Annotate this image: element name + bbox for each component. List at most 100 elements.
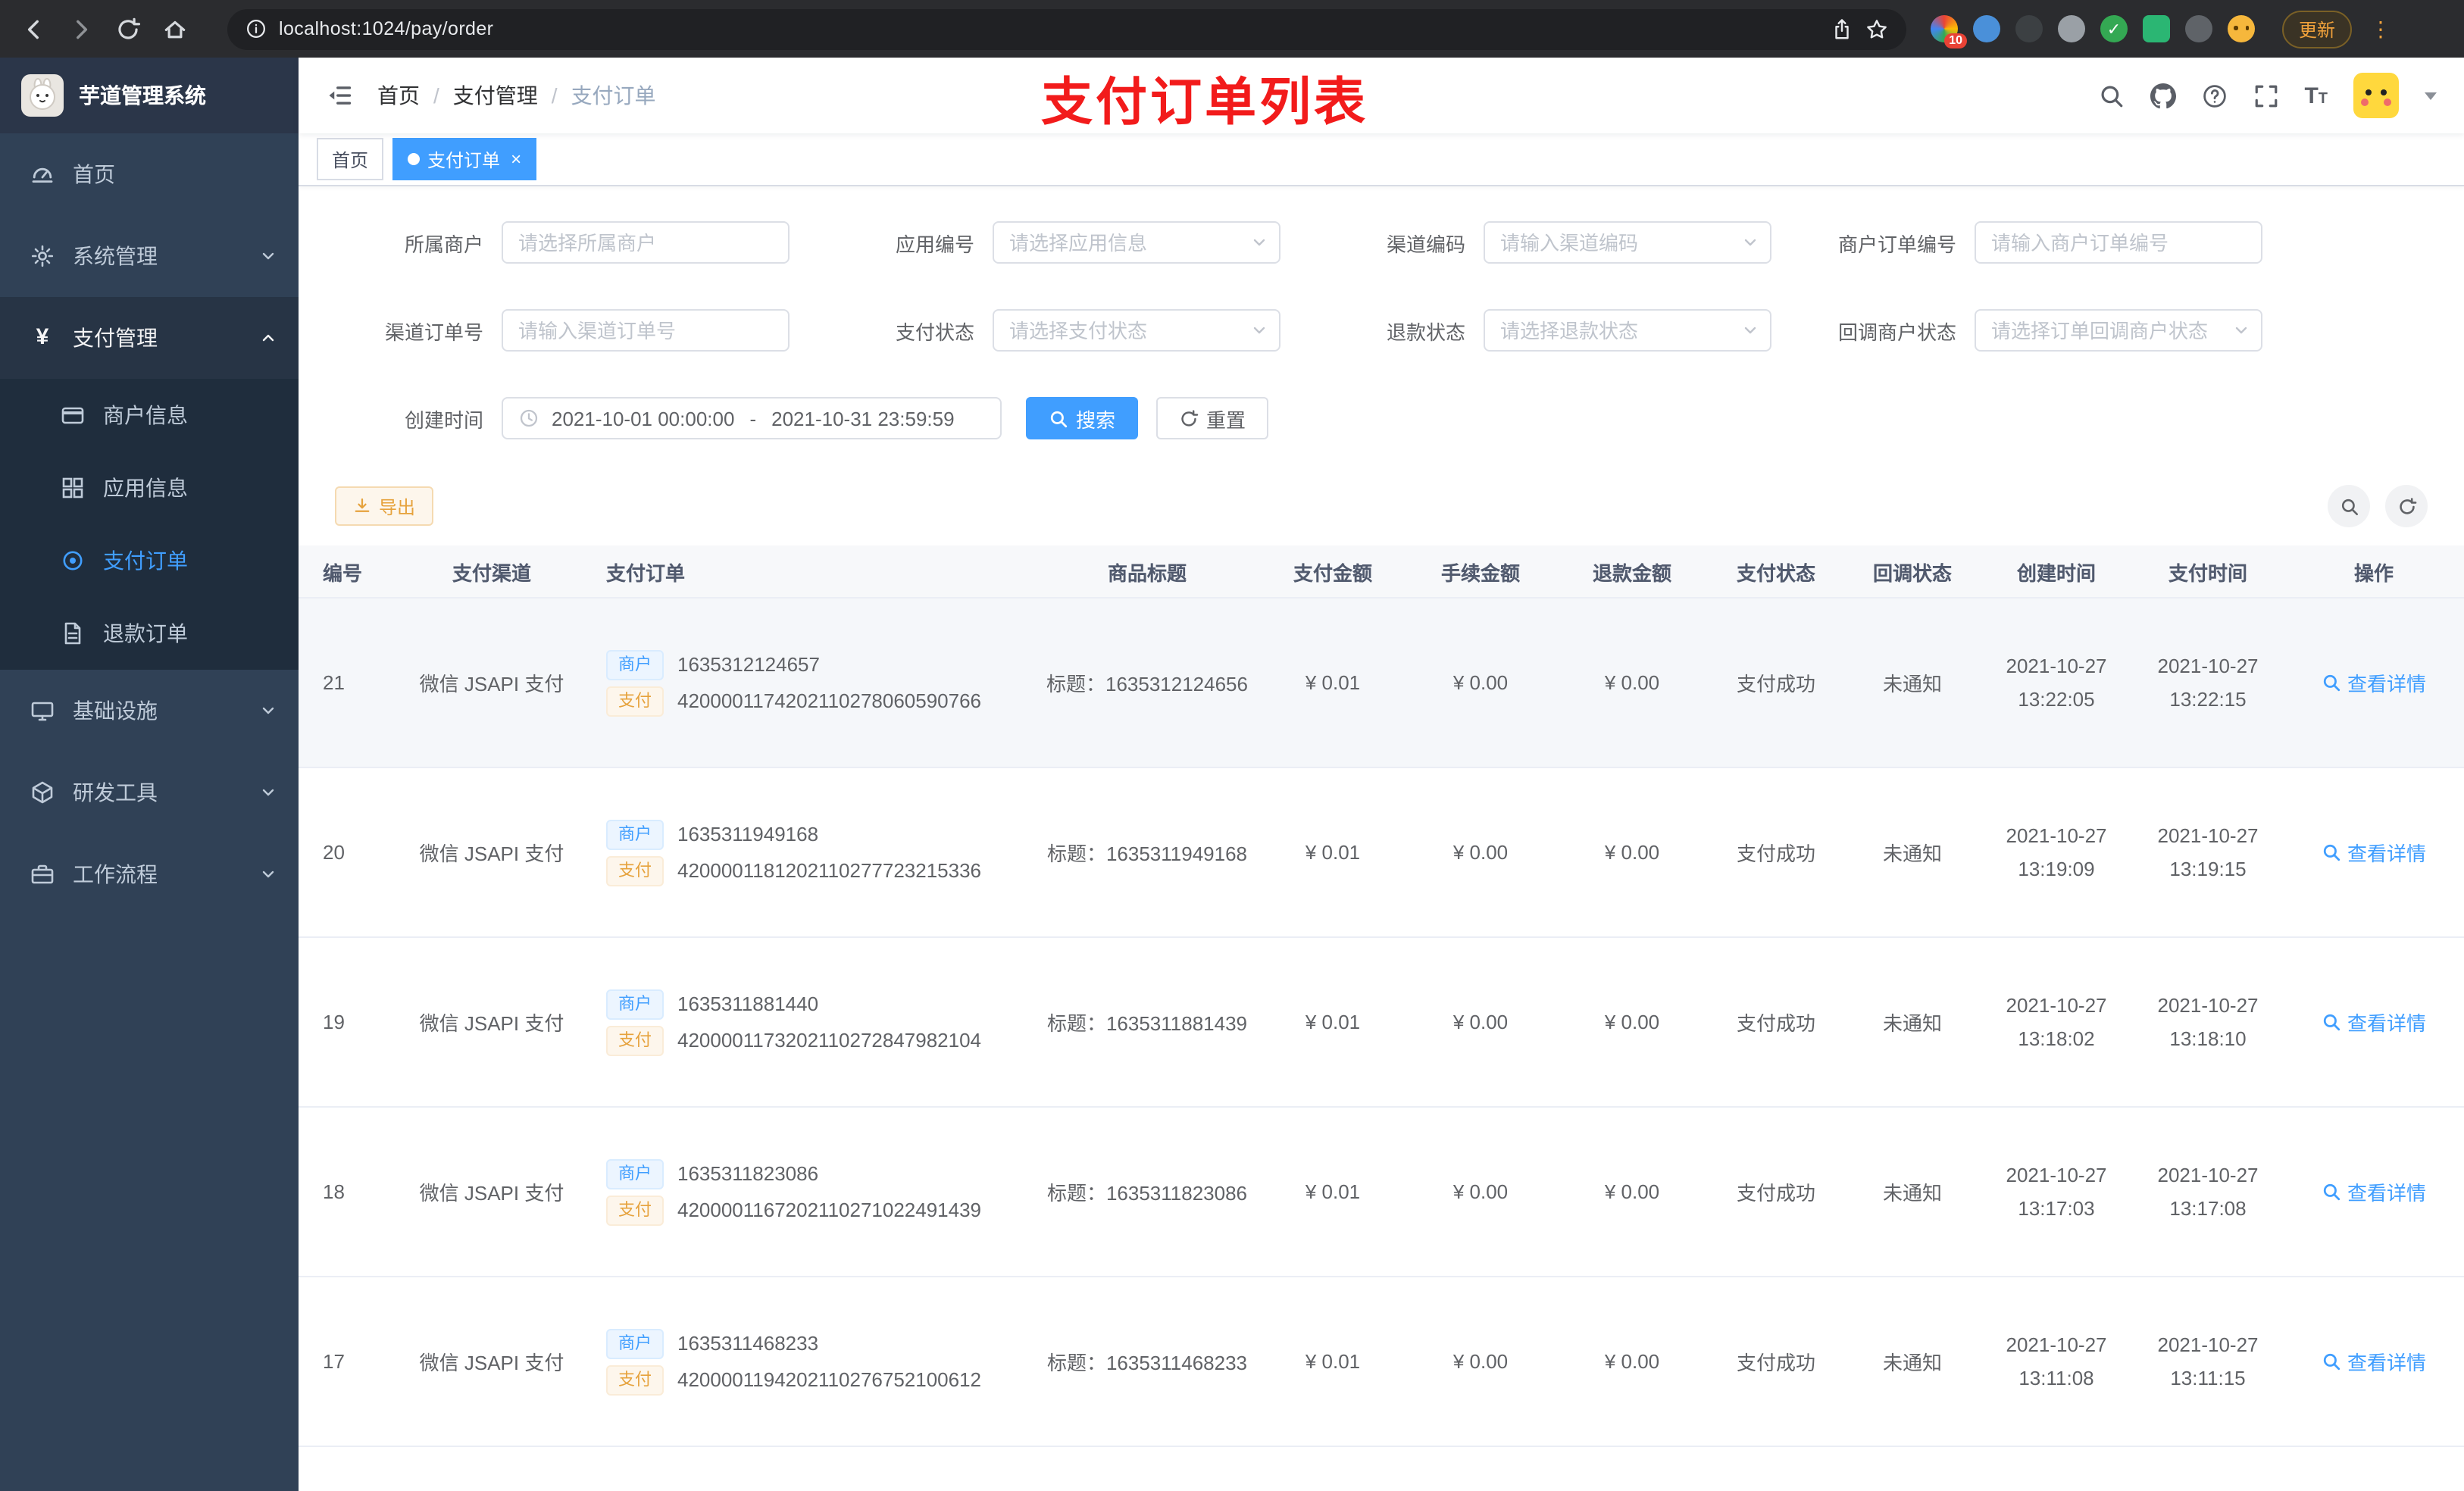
- profile-avatar-icon[interactable]: [2228, 15, 2255, 42]
- search-icon[interactable]: [2098, 83, 2124, 108]
- fee-amount: ¥ 0.00: [1405, 598, 1556, 768]
- cube-icon: [30, 780, 55, 805]
- close-icon[interactable]: ×: [508, 150, 521, 168]
- sidebar-item-home[interactable]: 首页: [0, 133, 299, 215]
- back-icon[interactable]: [21, 16, 47, 42]
- view-detail-link[interactable]: 查看详情: [2322, 1008, 2426, 1036]
- sidebar-item-workflow[interactable]: 工作流程: [0, 833, 299, 915]
- order-id: [299, 1446, 389, 1491]
- view-detail-link[interactable]: 查看详情: [2322, 668, 2426, 697]
- chrome-update-button[interactable]: 更新: [2282, 10, 2353, 48]
- extension-icon[interactable]: 10: [1931, 15, 1967, 48]
- view-detail-link[interactable]: 查看详情: [2322, 1177, 2426, 1206]
- channel-order-no-input[interactable]: [502, 309, 790, 352]
- notify-status: 未通知: [1844, 1277, 1981, 1447]
- refresh-table-button[interactable]: [2385, 485, 2428, 527]
- table-row[interactable]: 商户1635311517786 支付: [299, 1446, 2464, 1491]
- extension-icon[interactable]: [2015, 15, 2043, 42]
- merchant-tag: 商户: [606, 1158, 664, 1189]
- app-title: 芋道管理系统: [79, 83, 206, 108]
- sidebar-item-app-info[interactable]: 应用信息: [0, 452, 299, 524]
- date-end[interactable]: 2021-10-31 23:59:59: [771, 407, 954, 430]
- view-detail-link[interactable]: 查看详情: [2322, 838, 2426, 867]
- merchant-order-no-input[interactable]: [1975, 221, 2262, 264]
- browser-menu-icon[interactable]: ⋮: [2370, 16, 2391, 42]
- pay-status: 支付成功: [1708, 767, 1844, 938]
- product-title: 标题：1635311823086: [1033, 1107, 1261, 1277]
- home-icon[interactable]: [162, 16, 188, 42]
- breadcrumb-payment[interactable]: 支付管理: [453, 80, 538, 111]
- grid-icon: [61, 476, 85, 500]
- table-row[interactable]: 18 微信 JSAPI 支付 商户 1635311823086 支付 4200001…: [299, 1107, 2464, 1277]
- sidebar-toggle-icon[interactable]: [326, 82, 353, 109]
- forward-icon[interactable]: [68, 16, 94, 42]
- sidebar-item-label: 应用信息: [103, 476, 188, 500]
- view-detail-link[interactable]: 查看详情: [2322, 1347, 2426, 1376]
- user-avatar[interactable]: [2353, 73, 2399, 118]
- search-button[interactable]: 搜索: [1026, 397, 1139, 439]
- pay-status-select[interactable]: [993, 309, 1280, 352]
- chevron-down-icon: [259, 702, 277, 720]
- sidebar-item-infra[interactable]: 基础设施: [0, 670, 299, 752]
- merchant-select[interactable]: [502, 221, 790, 264]
- tab-home[interactable]: 首页: [317, 138, 384, 180]
- notify-status: 未通知: [1844, 767, 1981, 938]
- refresh-icon: [2397, 496, 2416, 516]
- avatar-caret-icon[interactable]: [2425, 92, 2437, 99]
- bookmark-star-icon[interactable]: [1865, 17, 1888, 40]
- sidebar-item-merchant-info[interactable]: 商户信息: [0, 379, 299, 452]
- export-button[interactable]: 导出: [335, 486, 434, 526]
- sidebar-item-system[interactable]: 系统管理: [0, 215, 299, 297]
- github-icon[interactable]: [2150, 83, 2176, 108]
- fullscreen-icon[interactable]: [2253, 83, 2278, 108]
- notify-status-select[interactable]: [1975, 309, 2262, 352]
- extension-icon[interactable]: [2185, 15, 2212, 42]
- help-icon[interactable]: [2201, 83, 2227, 108]
- merchant-order-no: 1635311823086: [677, 1162, 819, 1185]
- refund-status-select[interactable]: [1484, 309, 1771, 352]
- pay-status: 支付成功: [1708, 598, 1844, 768]
- site-info-icon[interactable]: [245, 18, 267, 39]
- column-header: 支付金额: [1261, 545, 1405, 599]
- reset-button[interactable]: 重置: [1156, 397, 1269, 439]
- table-row[interactable]: 20 微信 JSAPI 支付 商户 1635311949168 支付 4200001…: [299, 767, 2464, 938]
- extension-icon[interactable]: [2058, 15, 2085, 42]
- extension-icon[interactable]: ✓: [2100, 15, 2128, 42]
- field-label: 渠道编码: [1386, 233, 1465, 255]
- column-header: 支付渠道: [389, 545, 594, 599]
- pay-tag: 支付: [606, 1025, 664, 1055]
- date-range-picker[interactable]: 2021-10-01 00:00:00 - 2021-10-31 23:59:5…: [502, 397, 1002, 439]
- target-icon: [61, 549, 85, 573]
- tab-pay-order[interactable]: 支付订单 ×: [392, 138, 537, 180]
- table-row[interactable]: 21 微信 JSAPI 支付 商户 1635312124657 支付 4200001…: [299, 598, 2464, 768]
- sidebar-item-pay-order[interactable]: 支付订单: [0, 524, 299, 597]
- paid-time: 2021-10-27 13:18:10: [2132, 937, 2284, 1108]
- address-bar[interactable]: localhost:1024/pay/order: [227, 8, 1906, 49]
- paid-time: 2021-10-27 13:17:08: [2132, 1107, 2284, 1277]
- sidebar-item-refund-order[interactable]: 退款订单: [0, 597, 299, 670]
- reload-icon[interactable]: [115, 16, 141, 42]
- sidebar-item-devtools[interactable]: 研发工具: [0, 752, 299, 833]
- table-header-row: 编号 支付渠道 支付订单 商品标题 支付金额 手续金额 退款金额 支付状态 回调…: [299, 545, 2464, 599]
- pay-order-no: 4200001174202110278060590766: [677, 689, 982, 712]
- breadcrumb-separator: /: [433, 83, 439, 108]
- table-row[interactable]: 17 微信 JSAPI 支付 商户 1635311468233 支付 4200001…: [299, 1277, 2464, 1447]
- pay-order-no: 4200001173202110272847982104: [677, 1029, 982, 1052]
- sidebar-item-payment[interactable]: ¥ 支付管理: [0, 297, 299, 379]
- show-search-button[interactable]: [2328, 485, 2370, 527]
- app-select[interactable]: [993, 221, 1280, 264]
- browser-nav: [15, 16, 188, 42]
- channel-code-select[interactable]: [1484, 221, 1771, 264]
- breadcrumb-home[interactable]: 首页: [377, 80, 420, 111]
- date-start[interactable]: 2021-10-01 00:00:00: [552, 407, 734, 430]
- url-text[interactable]: localhost:1024/pay/order: [279, 18, 1818, 39]
- pay-amount: ¥ 0.01: [1261, 767, 1405, 938]
- extension-icon[interactable]: [2143, 15, 2170, 42]
- table-row[interactable]: 19 微信 JSAPI 支付 商户 1635311881440 支付 4200001…: [299, 937, 2464, 1108]
- merchant-tag: 商户: [606, 819, 664, 849]
- share-icon[interactable]: [1831, 17, 1853, 40]
- filter-row-3: 创建时间 2021-10-01 00:00:00 - 2021-10-31 23…: [335, 397, 2428, 439]
- font-size-icon[interactable]: TT: [2304, 84, 2328, 107]
- fee-amount: ¥ 0.00: [1405, 937, 1556, 1108]
- extension-icon[interactable]: [1973, 15, 2000, 42]
